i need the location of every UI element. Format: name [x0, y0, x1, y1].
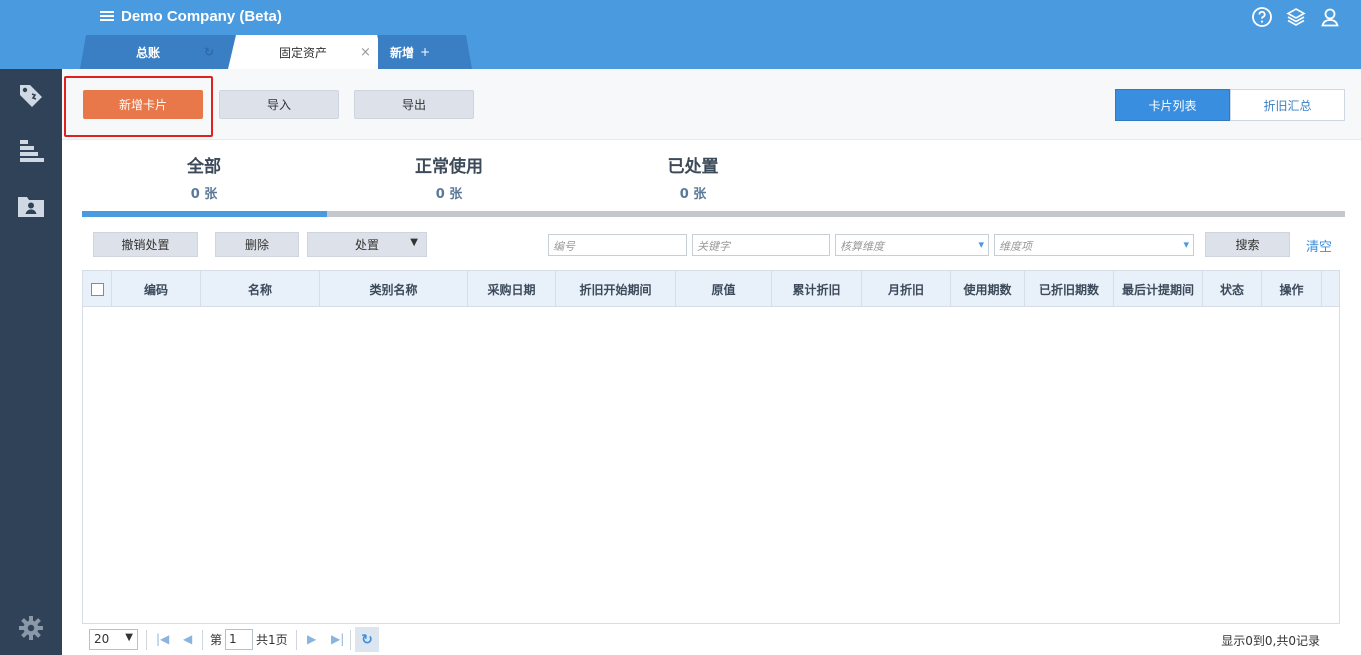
- dispose-label: 处置: [354, 238, 379, 252]
- import-button[interactable]: 导入: [219, 90, 339, 119]
- page-size-value: 20: [94, 632, 110, 646]
- company-title: Demo Company (Beta): [121, 8, 282, 25]
- sidebar: [0, 69, 62, 655]
- refresh-icon[interactable]: ↻: [204, 45, 214, 59]
- stat-title: 正常使用: [415, 157, 483, 177]
- column-header[interactable]: 状态: [1203, 271, 1262, 307]
- status-progress-bar: [82, 211, 1345, 217]
- column-header[interactable]: 采购日期: [468, 271, 556, 307]
- column-header[interactable]: 原值: [676, 271, 772, 307]
- record-info: 显示0到0,共0记录: [1221, 634, 1320, 648]
- prev-page-icon[interactable]: ◀: [183, 632, 192, 646]
- tab-label: 新增: [390, 45, 415, 60]
- chevron-down-icon: ▾: [1183, 238, 1189, 251]
- dimension-item-select[interactable]: 维度项 ▾: [994, 234, 1194, 256]
- divider: [350, 630, 351, 650]
- code-placeholder: 编号: [553, 240, 575, 253]
- dispose-dropdown[interactable]: 处置 ▼: [307, 232, 427, 257]
- column-header[interactable]: 类别名称: [320, 271, 468, 307]
- column-header[interactable]: 操作: [1262, 271, 1322, 307]
- report-icon[interactable]: [16, 136, 46, 166]
- hamburger-menu-icon[interactable]: [100, 9, 116, 25]
- column-header[interactable]: 累计折旧: [772, 271, 862, 307]
- gear-icon[interactable]: [16, 613, 46, 643]
- progress-fill: [82, 211, 328, 217]
- stat-in-use[interactable]: 正常使用 0 张: [379, 152, 519, 202]
- clear-link[interactable]: 清空: [1306, 236, 1332, 255]
- stat-title: 已处置: [667, 157, 719, 177]
- folder-user-icon[interactable]: [16, 191, 46, 221]
- keyword-input[interactable]: 关键字: [692, 234, 830, 256]
- stat-value: 0 张: [190, 187, 218, 202]
- search-button[interactable]: 搜索: [1205, 232, 1290, 257]
- next-page-icon[interactable]: ▶: [307, 632, 316, 646]
- column-header[interactable]: 已折旧期数: [1025, 271, 1114, 307]
- divider: [146, 630, 147, 650]
- column-header[interactable]: 月折旧: [862, 271, 951, 307]
- column-header[interactable]: 折旧开始期间: [556, 271, 676, 307]
- tab-fixed-assets[interactable]: 固定资产 ×: [228, 35, 385, 69]
- keyword-placeholder: 关键字: [697, 240, 730, 253]
- pagination-bar: 20 ▼ |◀ ◀ 第 1 共1页 ▶ ▶| ↻ 显示0到0,共0记录: [82, 624, 1345, 655]
- first-page-icon[interactable]: |◀: [156, 632, 169, 646]
- page-size-select[interactable]: 20 ▼: [89, 629, 138, 650]
- highlight-box: [64, 76, 213, 137]
- card-list-toggle[interactable]: 卡片列表: [1115, 89, 1230, 121]
- last-page-icon[interactable]: ▶|: [331, 632, 344, 646]
- page-number-input[interactable]: 1: [225, 629, 253, 650]
- export-button[interactable]: 导出: [354, 90, 474, 119]
- chevron-down-icon: ▾: [978, 238, 984, 251]
- divider: [296, 630, 297, 650]
- undo-dispose-button[interactable]: 撤销处置: [93, 232, 198, 257]
- stat-all[interactable]: 全部 0 张: [134, 152, 274, 202]
- header-icons: [1251, 6, 1341, 28]
- tab-new[interactable]: 新增 +: [378, 35, 472, 69]
- refresh-icon: ↻: [361, 631, 373, 648]
- tab-label: 总账: [136, 45, 161, 60]
- depreciation-summary-toggle[interactable]: 折旧汇总: [1230, 89, 1345, 121]
- user-icon[interactable]: [1319, 6, 1341, 28]
- caret-down-icon: ▼: [125, 632, 133, 643]
- code-input[interactable]: 编号: [548, 234, 687, 256]
- divider: [202, 630, 203, 650]
- dimension-select[interactable]: 核算维度 ▾: [835, 234, 989, 256]
- layers-icon[interactable]: [1285, 6, 1307, 28]
- caret-down-icon: ▼: [410, 237, 418, 248]
- dimension-item-placeholder: 维度项: [999, 240, 1032, 253]
- help-icon[interactable]: [1251, 6, 1273, 28]
- tab-label: 固定资产: [279, 45, 328, 60]
- table-header: 编码 名称 类别名称 采购日期 折旧开始期间 原值 累计折旧 月折旧 使用期数 …: [83, 271, 1339, 307]
- column-header[interactable]: 编码: [112, 271, 201, 307]
- refresh-button[interactable]: ↻: [355, 627, 379, 652]
- total-pages: 共1页: [256, 633, 288, 647]
- plus-icon[interactable]: +: [420, 45, 430, 59]
- column-header[interactable]: 使用期数: [951, 271, 1025, 307]
- column-header[interactable]: 名称: [201, 271, 320, 307]
- stat-value: 0 张: [435, 187, 463, 202]
- stat-title: 全部: [187, 157, 221, 177]
- page-prefix: 第: [210, 633, 223, 647]
- stat-disposed[interactable]: 已处置 0 张: [623, 152, 763, 202]
- delete-button[interactable]: 删除: [215, 232, 299, 257]
- column-header[interactable]: 最后计提期间: [1114, 271, 1203, 307]
- tab-general-ledger[interactable]: 总账 ↻: [80, 35, 240, 69]
- tag-icon[interactable]: [16, 81, 46, 111]
- dimension-placeholder: 核算维度: [840, 240, 884, 253]
- select-all-checkbox[interactable]: [90, 282, 104, 296]
- close-icon[interactable]: ×: [360, 45, 371, 60]
- stat-value: 0 张: [679, 187, 707, 202]
- select-all-column: [83, 271, 112, 307]
- asset-table: 编码 名称 类别名称 采购日期 折旧开始期间 原值 累计折旧 月折旧 使用期数 …: [82, 270, 1340, 624]
